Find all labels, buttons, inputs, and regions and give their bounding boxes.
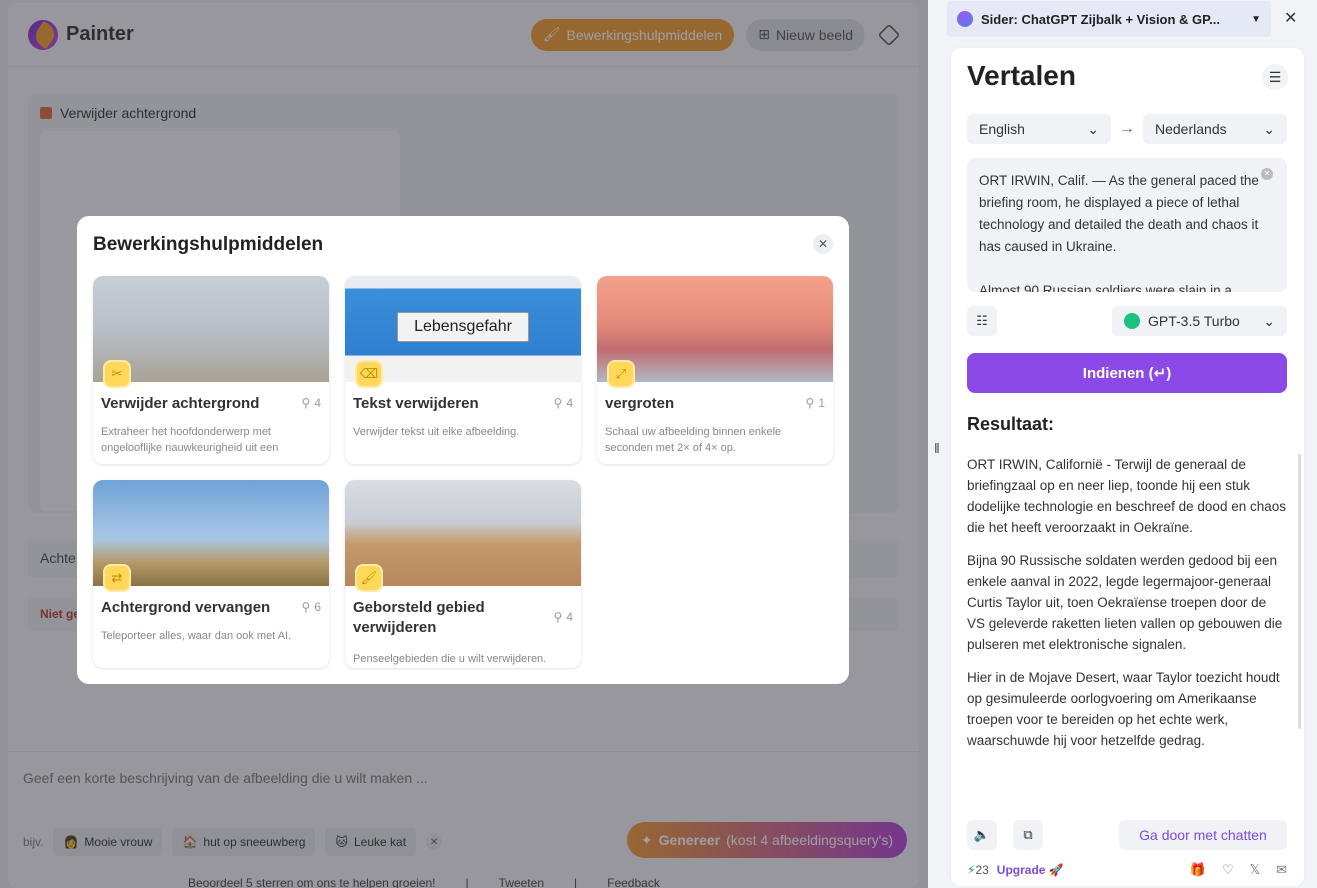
source-text-input[interactable]: ✕ ORT IRWIN, Calif. — As the general pac…: [967, 158, 1287, 292]
result-title: Resultaat:: [967, 414, 1055, 434]
modal-title: Bewerkingshulpmiddelen: [93, 234, 324, 255]
input-paragraph: Almost 90 Russian soldiers were slain in…: [979, 283, 1232, 292]
arrow-right-icon: →: [1119, 120, 1135, 137]
resize-handle-icon[interactable]: ‖: [934, 440, 940, 456]
card-count: ⚲ 4: [554, 610, 573, 624]
card-desc: Penseelgebieden die u wilt verwijderen.: [353, 653, 547, 665]
copy-icon[interactable]: ⧉: [1013, 820, 1043, 850]
tool-card-upscale[interactable]: ⤢ vergroten ⚲ 1 Schaal uw afbeelding binn…: [597, 276, 833, 464]
result-paragraph: ORT IRWIN, Californië - Terwijl de gener…: [967, 457, 1286, 535]
tool-card-remove-bg[interactable]: ✂ Verwijder achtergrond ⚲ 4 Extraheer het…: [93, 276, 329, 464]
sliders-icon[interactable]: ☷: [967, 306, 997, 336]
tool-card-remove-text[interactable]: Lebensgefahr ⌫ Tekst verwijderen ⚲ 4 Verw…: [345, 276, 581, 464]
expand-icon: ⤢: [609, 362, 633, 386]
submit-button[interactable]: Indienen (↵): [967, 353, 1287, 393]
gift-icon[interactable]: 🎁: [1190, 862, 1206, 878]
target-lang: Nederlands: [1155, 121, 1227, 137]
source-language-select[interactable]: English ⌄: [967, 114, 1111, 144]
openai-icon: [1124, 313, 1140, 329]
card-desc: Extraheer het hoofdonderwerp met ongeloo…: [101, 426, 279, 454]
tools-modal: Bewerkingshulpmiddelen ✕ ✂ Verwijder ach…: [77, 216, 849, 684]
wand-icon: ⚲: [805, 396, 815, 410]
speaker-icon[interactable]: 🔈: [967, 820, 997, 850]
heart-icon[interactable]: ♡: [1222, 862, 1234, 878]
card-desc: Verwijder tekst uit elke afbeelding.: [353, 426, 520, 438]
clear-text-icon[interactable]: ✕: [1261, 168, 1273, 180]
count-value: 4: [566, 610, 573, 624]
card-desc: Schaal uw afbeelding binnen enkele secon…: [605, 426, 782, 454]
target-language-select[interactable]: Nederlands ⌄: [1143, 114, 1287, 144]
input-paragraph: ORT IRWIN, Calif. — As the general paced…: [979, 173, 1259, 254]
upgrade-label: Upgrade: [996, 863, 1046, 877]
painter-app: Painter 🖌 Bewerkingshulpmiddelen ⊞ Nieuw b…: [0, 0, 928, 888]
swap-icon: ⇄: [105, 566, 129, 590]
upgrade-link[interactable]: Upgrade 🚀: [997, 863, 1064, 877]
card-count: ⚲ 1: [806, 396, 825, 410]
count-value: 4: [314, 396, 321, 410]
mail-icon[interactable]: ✉: [1276, 862, 1287, 878]
wand-icon: ⚲: [553, 396, 563, 410]
model-label: GPT-3.5 Turbo: [1148, 313, 1240, 329]
sider-tab-selector[interactable]: Sider: ChatGPT Zijbalk + Vision & GP... …: [947, 1, 1271, 37]
card-count: ⚲ 4: [302, 396, 321, 410]
count-value: 1: [818, 396, 825, 410]
cut-icon: ✂: [105, 362, 129, 386]
brush-icon: 🖌: [357, 566, 381, 590]
card-desc: Teleporteer alles, waar dan ook met AI.: [101, 630, 292, 642]
credits: ⚡23: [967, 863, 989, 877]
wand-icon: ⚲: [553, 610, 563, 624]
rocket-icon: 🚀: [1048, 863, 1064, 877]
tool-card-brush-remove[interactable]: 🖌 Geborsteld gebied verwijderen ⚲ 4 Pense…: [345, 480, 581, 668]
chevron-down-icon: ⌄: [1263, 312, 1275, 329]
count-value: 6: [314, 600, 321, 614]
close-icon[interactable]: ✕: [1284, 8, 1297, 28]
translate-panel: Vertalen ☰ English ⌄ → Nederlands ⌄ ✕ ORT …: [949, 46, 1306, 888]
card-title: Tekst verwijderen: [353, 395, 479, 412]
result-paragraph: Hier in de Mojave Desert, waar Taylor to…: [967, 670, 1280, 748]
model-select[interactable]: GPT-3.5 Turbo ⌄: [1112, 306, 1287, 336]
panel-heading: Vertalen: [967, 60, 1076, 91]
continue-chat-button[interactable]: Ga door met chatten: [1119, 820, 1287, 850]
sidebar-footer: ⚡23 Upgrade 🚀 🎁 ♡ 𝕏 ✉: [967, 860, 1287, 880]
wand-icon: ⚲: [301, 600, 311, 614]
sider-tab-title: Sider: ChatGPT Zijbalk + Vision & GP...: [981, 11, 1220, 27]
card-title: Geborsteld gebied verwijderen: [353, 599, 485, 636]
result-scrollbar[interactable]: [1298, 454, 1301, 729]
chevron-down-icon: ⌄: [1263, 120, 1275, 137]
eraser-icon: ⌫: [357, 362, 381, 386]
count-value: 4: [566, 396, 573, 410]
chevron-down-icon: ⌄: [1087, 120, 1099, 137]
menu-icon[interactable]: ☰: [1262, 64, 1288, 90]
tool-card-replace-bg[interactable]: ⇄ Achtergrond vervangen ⚲ 6 Teleporteer a…: [93, 480, 329, 668]
sign-text: Lebensgefahr: [397, 312, 529, 342]
card-count: ⚲ 6: [302, 600, 321, 614]
close-icon[interactable]: ✕: [813, 234, 833, 254]
wand-icon: ⚲: [301, 396, 311, 410]
credit-count: 23: [975, 863, 989, 877]
source-lang: English: [979, 121, 1025, 137]
card-count: ⚲ 4: [554, 396, 573, 410]
footer-icons: 🎁 ♡ 𝕏 ✉: [1190, 862, 1287, 878]
sider-brain-icon: [957, 11, 973, 27]
caret-down-icon: ▼: [1251, 13, 1261, 25]
card-title: Verwijder achtergrond: [101, 395, 260, 412]
result-paragraph: Bijna 90 Russische soldaten werden gedoo…: [967, 553, 1283, 652]
x-logo-icon[interactable]: 𝕏: [1250, 862, 1260, 878]
result-text: ORT IRWIN, Californië - Terwijl de gener…: [967, 454, 1287, 809]
card-title: vergroten: [605, 395, 675, 412]
card-title: Achtergrond vervangen: [101, 599, 271, 616]
